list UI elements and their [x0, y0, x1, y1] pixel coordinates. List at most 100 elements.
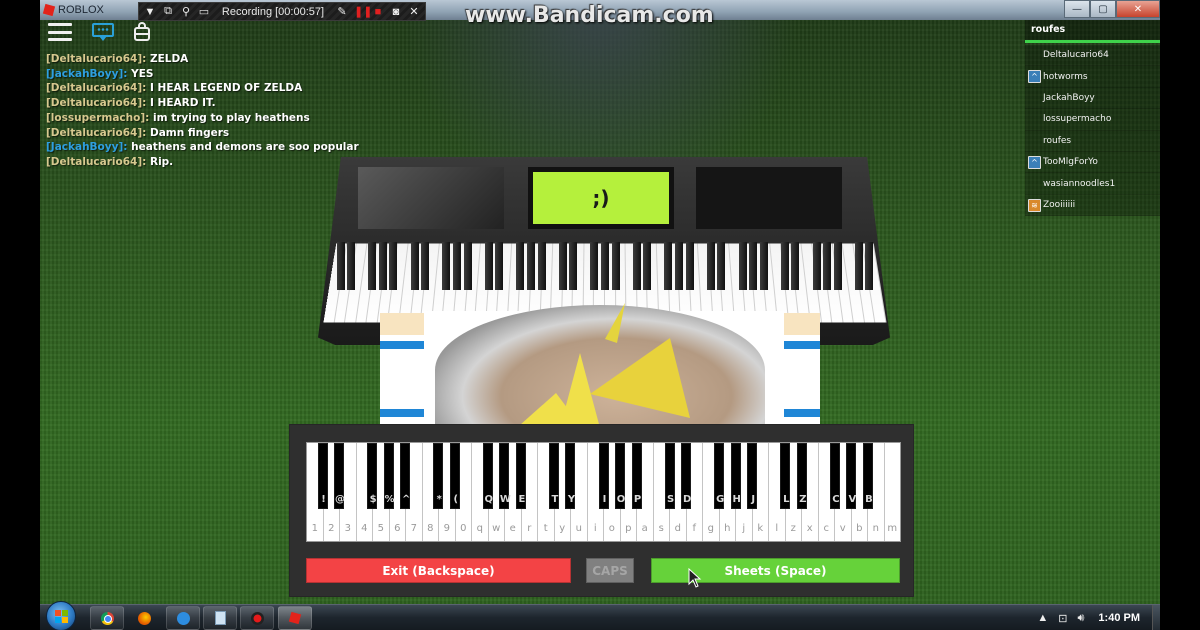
black-key[interactable]: C — [829, 443, 840, 509]
taskbar-notepad[interactable] — [203, 606, 237, 630]
black-key[interactable]: V — [846, 443, 857, 509]
taskbar-firefox[interactable] — [127, 606, 161, 630]
chat-username[interactable]: [JackahBoyy]: — [46, 68, 127, 80]
black-key[interactable]: @ — [334, 443, 345, 509]
black-key[interactable]: E — [515, 443, 526, 509]
pencil-icon[interactable]: ✎ — [336, 5, 348, 18]
black-key[interactable]: % — [383, 443, 395, 509]
black-key[interactable]: ! — [317, 443, 328, 509]
chat-username[interactable]: [JackahBoyy]: — [46, 141, 127, 153]
black-key[interactable]: * — [433, 443, 444, 509]
player-list-item[interactable]: wasiannoodles1 — [1025, 173, 1160, 195]
piano-3d-black-key — [823, 242, 832, 290]
black-key[interactable]: B — [862, 443, 873, 509]
black-key[interactable]: H — [730, 443, 741, 509]
black-key[interactable]: T — [548, 443, 559, 509]
black-key[interactable]: Y — [565, 443, 576, 509]
show-desktop-button[interactable] — [1152, 605, 1160, 630]
player-list: roufes Deltalucario64 ^ hotworms JackahBoyy… — [1025, 20, 1160, 217]
black-key[interactable]: D — [681, 443, 691, 509]
black-key[interactable]: S — [664, 443, 675, 509]
black-key[interactable]: Z — [796, 443, 807, 509]
menu-icon[interactable] — [48, 23, 72, 41]
chat-text: im trying to play heathens — [153, 111, 310, 124]
close-window-button[interactable]: ✕ — [1116, 0, 1160, 18]
black-key[interactable]: Q — [482, 443, 493, 509]
piano-3d-black-keys — [330, 242, 880, 292]
start-button[interactable] — [46, 601, 76, 630]
search-icon[interactable]: ⚲ — [180, 5, 192, 18]
black-key[interactable]: G — [714, 443, 724, 509]
white-key-label: u — [575, 523, 582, 534]
black-key[interactable]: ^ — [400, 443, 410, 509]
show-hidden-icons[interactable]: ▲ — [1037, 612, 1048, 624]
camera-icon[interactable]: ◙ — [390, 6, 402, 18]
window-controls: — ▢ ✕ — [1064, 0, 1160, 18]
stop-icon[interactable]: ■ — [372, 6, 384, 18]
player-list-item[interactable]: lossupermacho — [1025, 109, 1160, 131]
chat-message: [JackahBoyy]: YES — [46, 67, 359, 82]
player-list-item[interactable]: ^ TooMlgForYo — [1025, 151, 1160, 174]
black-key[interactable]: W — [499, 443, 511, 509]
black-key-label: T — [551, 494, 559, 505]
chat-message: [lossupermacho]: im trying to play heath… — [46, 111, 359, 126]
rank-badge-icon: ≋ — [1028, 198, 1041, 212]
black-keys: ! @ $% ^ * ( Q W E T Y I O P S D G H J L Z C V B — [307, 443, 900, 509]
chat-username[interactable]: [Deltalucario64]: — [46, 53, 146, 65]
piano-3d-black-key — [378, 242, 387, 290]
minimize-button[interactable]: — — [1064, 0, 1090, 18]
chat-username[interactable]: [Deltalucario64]: — [46, 127, 146, 139]
close-icon[interactable]: ✕ — [408, 5, 420, 18]
player-list-item[interactable]: ^ hotworms — [1025, 66, 1160, 88]
exit-button[interactable]: Exit (Backspace) — [306, 558, 571, 583]
maximize-button[interactable]: ▢ — [1090, 0, 1116, 18]
black-key[interactable]: P — [631, 443, 642, 509]
taskbar-app[interactable] — [166, 606, 200, 630]
window-icon[interactable]: ⧉ — [162, 5, 174, 18]
taskbar-chrome[interactable] — [90, 606, 124, 630]
black-key-label: Z — [799, 494, 807, 505]
clock[interactable]: 1:40 PM — [1094, 612, 1140, 624]
white-key-label: j — [742, 523, 746, 534]
piano-3d-black-key — [664, 242, 673, 290]
caps-button[interactable]: CAPS — [586, 558, 634, 583]
black-key[interactable]: O — [615, 443, 625, 509]
taskbar-bandicam[interactable] — [240, 606, 274, 630]
player-list-item[interactable]: JackahBoyy — [1025, 87, 1160, 110]
chat-username[interactable]: [lossupermacho]: — [46, 112, 149, 124]
chat-username[interactable]: [Deltalucario64]: — [46, 97, 146, 109]
taskbar-roblox[interactable] — [278, 606, 312, 630]
white-key-label: c — [823, 523, 830, 534]
black-key[interactable]: ( — [449, 443, 460, 509]
player-name: JackahBoyy — [1043, 92, 1095, 103]
volume-icon[interactable]: 🔊︎ — [1077, 612, 1084, 625]
piano-3d-black-key — [336, 242, 345, 290]
player-list-item[interactable]: Deltalucario64 — [1025, 45, 1160, 67]
player-list-item[interactable]: ≋ Zooiiiiii — [1025, 194, 1160, 217]
black-key-label: P — [633, 494, 642, 505]
chat-username[interactable]: [Deltalucario64]: — [46, 82, 146, 94]
chat-username[interactable]: [Deltalucario64]: — [46, 156, 146, 168]
black-key[interactable]: $ — [367, 443, 378, 509]
chat-icon[interactable] — [92, 23, 114, 41]
white-key-label: v — [839, 523, 846, 534]
white-key-label: 6 — [394, 523, 401, 534]
dropdown-icon[interactable]: ▼ — [144, 6, 156, 18]
black-key-label: ! — [321, 494, 326, 505]
black-key[interactable]: L — [780, 443, 791, 509]
backpack-icon[interactable] — [134, 22, 150, 42]
white-key-label: y — [559, 523, 566, 534]
piano-3d-black-key — [780, 242, 789, 290]
piano-3d-black-key — [368, 242, 377, 290]
black-key[interactable]: J — [747, 443, 758, 509]
chat-text: I HEAR LEGEND OF ZELDA — [149, 82, 303, 95]
network-icon[interactable]: ⊡ — [1058, 612, 1067, 625]
white-key-label: n — [872, 523, 879, 534]
player-list-item[interactable]: roufes — [1025, 130, 1160, 152]
white-key-label: q — [476, 523, 483, 534]
pause-icon[interactable]: ❚❚ — [354, 5, 372, 18]
player-name: Zooiiiiii — [1043, 199, 1076, 210]
screen-region-icon[interactable]: ▭ — [198, 5, 210, 18]
chat-log: [Deltalucario64]: ZELDA [JackahBoyy]: YES… — [46, 52, 359, 170]
black-key[interactable]: I — [598, 443, 609, 509]
